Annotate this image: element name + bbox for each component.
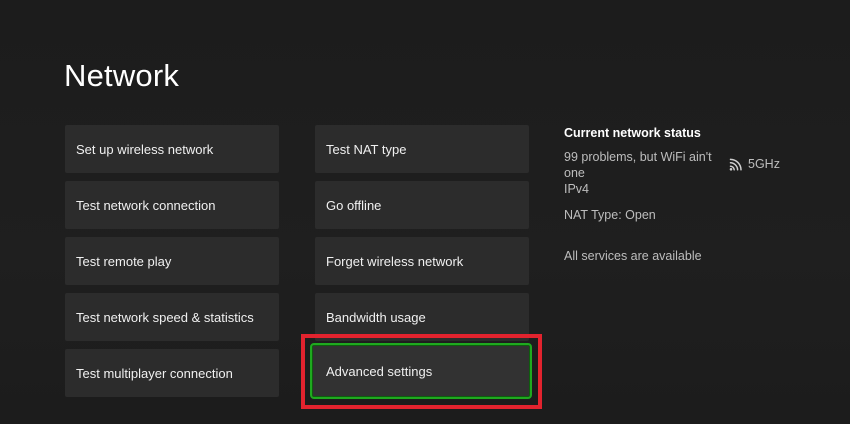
forget-wireless-network-label: Forget wireless network xyxy=(326,253,464,269)
set-up-wireless-network-label: Set up wireless network xyxy=(76,141,214,157)
page-title: Network xyxy=(64,58,180,93)
status-heading: Current network status xyxy=(564,126,701,140)
test-remote-play-label: Test remote play xyxy=(76,253,172,269)
nat-type: NAT Type: Open xyxy=(564,208,656,222)
advanced-settings-label: Advanced settings xyxy=(326,363,433,379)
ip-protocol: IPv4 xyxy=(564,182,590,196)
test-nat-type-label: Test NAT type xyxy=(326,141,407,157)
bandwidth-usage-button[interactable]: Bandwidth usage xyxy=(315,293,529,341)
advanced-settings-button[interactable]: Advanced settings xyxy=(310,343,532,399)
go-offline-label: Go offline xyxy=(326,197,382,213)
test-network-speed-label: Test network speed & statistics xyxy=(76,309,254,325)
network-status-panel: Current network status 99 problems, but … xyxy=(564,124,804,263)
bandwidth-usage-label: Bandwidth usage xyxy=(326,309,426,325)
test-remote-play-button[interactable]: Test remote play xyxy=(65,237,279,285)
band-indicator: 5GHz xyxy=(728,157,780,171)
services-status: All services are available xyxy=(564,249,702,263)
band-label: 5GHz xyxy=(748,157,780,171)
forget-wireless-network-button[interactable]: Forget wireless network xyxy=(315,237,529,285)
go-offline-button[interactable]: Go offline xyxy=(315,181,529,229)
test-network-connection-label: Test network connection xyxy=(76,197,216,213)
test-network-connection-button[interactable]: Test network connection xyxy=(65,181,279,229)
test-network-speed-button[interactable]: Test network speed & statistics xyxy=(65,293,279,341)
test-multiplayer-connection-button[interactable]: Test multiplayer connection xyxy=(65,349,279,397)
test-nat-type-button[interactable]: Test NAT type xyxy=(315,125,529,173)
test-multiplayer-connection-label: Test multiplayer connection xyxy=(76,365,233,381)
set-up-wireless-network-button[interactable]: Set up wireless network xyxy=(65,125,279,173)
wifi-signal-icon xyxy=(729,158,742,171)
network-name: 99 problems, but WiFi ain't one xyxy=(564,150,712,180)
